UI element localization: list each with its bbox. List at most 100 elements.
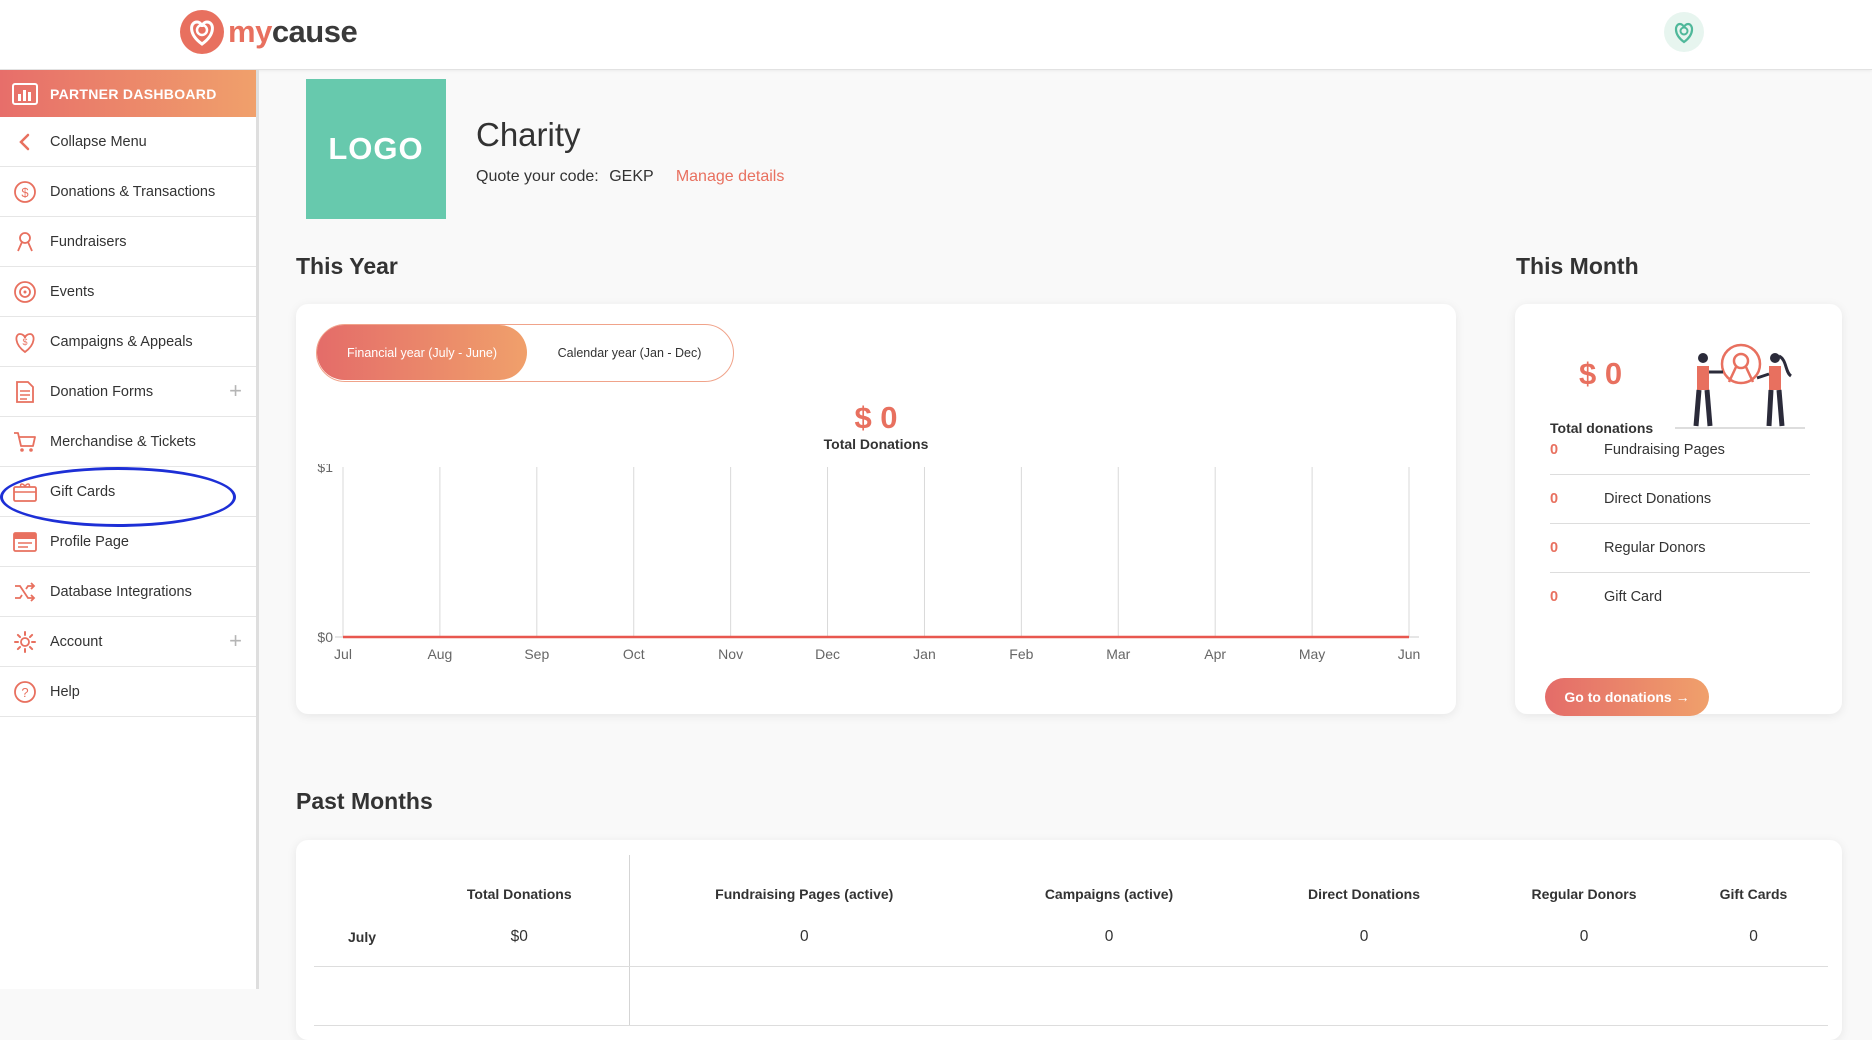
table-header-row: Total Donations Fundraising Pages (activ… <box>314 855 1828 908</box>
svg-text:$: $ <box>22 337 27 347</box>
sidebar-item-donations-transactions[interactable]: $ Donations & Transactions <box>0 167 256 217</box>
sidebar-item-label: Help <box>50 684 80 700</box>
shuffle-icon <box>0 581 50 603</box>
year-total-label: Total Donations <box>296 436 1456 452</box>
manage-details-link[interactable]: Manage details <box>676 168 785 185</box>
sidebar-item-label: Campaigns & Appeals <box>50 334 193 350</box>
sidebar-item-fundraisers[interactable]: Fundraisers <box>0 217 256 267</box>
column-header <box>314 855 410 908</box>
column-header: Regular Donors <box>1489 855 1679 908</box>
target-icon <box>0 280 50 304</box>
month-row-label: Regular Donors <box>1604 540 1706 556</box>
gift-card-icon <box>0 481 50 503</box>
charity-logo: LOGO <box>306 79 446 219</box>
x-tick-label: Apr <box>1204 646 1226 662</box>
past-months-title: Past Months <box>296 788 433 815</box>
sidebar-item-label: Database Integrations <box>50 584 192 600</box>
bar-chart-icon <box>0 83 50 105</box>
x-tick-label: Sep <box>524 646 549 662</box>
x-tick-label: Dec <box>815 646 840 662</box>
x-tick-label: Nov <box>718 646 743 662</box>
sidebar-item-profile-page[interactable]: Profile Page <box>0 517 256 567</box>
sidebar-item-gift-cards[interactable]: Gift Cards <box>0 467 256 517</box>
quote-label: Quote your code: <box>476 168 599 185</box>
sidebar-item-help[interactable]: ? Help <box>0 667 256 717</box>
past-months-table: Total Donations Fundraising Pages (activ… <box>314 855 1828 1026</box>
partner-dashboard-label: PARTNER DASHBOARD <box>50 86 217 102</box>
expand-plus-icon[interactable]: + <box>229 630 242 652</box>
sidebar-item-merchandise-tickets[interactable]: Merchandise & Tickets <box>0 417 256 467</box>
this-month-card: $ 0 Total donations 0 Fundraising Pages … <box>1515 304 1842 714</box>
month-row-regular-donors: 0 Regular Donors <box>1550 524 1810 573</box>
year-type-toggle: Financial year (July - June) Calendar ye… <box>316 324 734 382</box>
sidebar-item-account[interactable]: Account + <box>0 617 256 667</box>
sidebar-item-label: Donation Forms <box>50 384 153 400</box>
table-row <box>314 967 1828 1026</box>
month-row-value: 0 <box>1550 491 1604 507</box>
charity-code: GEKP <box>609 168 653 185</box>
x-tick-label: Jan <box>913 646 936 662</box>
sidebar-item-label: Events <box>50 284 94 300</box>
user-avatar-icon[interactable] <box>1664 12 1704 52</box>
financial-year-tab[interactable]: Financial year (July - June) <box>317 325 527 380</box>
brand-logo[interactable]: mycause <box>178 8 357 56</box>
y-tick-label: $1 <box>317 464 333 475</box>
x-tick-label: Mar <box>1106 646 1130 662</box>
table-cell-month: July <box>314 908 410 967</box>
column-header: Campaigns (active) <box>979 855 1239 908</box>
table-cell: 0 <box>629 908 979 967</box>
calendar-year-tab[interactable]: Calendar year (Jan - Dec) <box>527 325 732 380</box>
column-header: Gift Cards <box>1679 855 1828 908</box>
month-row-fundraising-pages: 0 Fundraising Pages <box>1550 426 1810 475</box>
form-icon <box>0 380 50 404</box>
month-row-label: Gift Card <box>1604 589 1662 605</box>
ribbon-icon <box>0 230 50 254</box>
month-row-value: 0 <box>1550 442 1604 458</box>
brand-wordmark: mycause <box>228 14 357 50</box>
sidebar-item-donation-forms[interactable]: Donation Forms + <box>0 367 256 417</box>
svg-text:$: $ <box>21 185 29 200</box>
x-tick-label: Jul <box>334 646 352 662</box>
column-header: Fundraising Pages (active) <box>629 855 979 908</box>
top-bar: mycause <box>0 0 1872 70</box>
year-total-amount: $ 0 <box>296 400 1456 436</box>
sidebar-item-collapse-menu[interactable]: Collapse Menu <box>0 117 256 167</box>
sidebar-item-label: Donations & Transactions <box>50 184 215 200</box>
y-tick-label: $0 <box>317 629 333 645</box>
partner-dashboard-header[interactable]: PARTNER DASHBOARD <box>0 70 256 117</box>
donations-line-chart: JulAugSepOctNovDecJanFebMarAprMayJun$0$1 <box>296 464 1456 704</box>
month-row-direct-donations: 0 Direct Donations <box>1550 475 1810 524</box>
table-cell: 0 <box>1239 908 1489 967</box>
this-month-title: This Month <box>1516 253 1639 280</box>
sidebar: PARTNER DASHBOARD Collapse Menu $ Donati… <box>0 70 259 989</box>
sidebar-item-campaigns-appeals[interactable]: $ Campaigns & Appeals <box>0 317 256 367</box>
sidebar-item-database-integrations[interactable]: Database Integrations <box>0 567 256 617</box>
sidebar-item-events[interactable]: Events <box>0 267 256 317</box>
table-cell: $0 <box>410 908 629 967</box>
past-months-card: Total Donations Fundraising Pages (activ… <box>296 840 1842 1040</box>
month-total-amount: $ 0 <box>1579 356 1622 392</box>
table-cell: 0 <box>979 908 1239 967</box>
x-tick-label: Aug <box>427 646 452 662</box>
table-cell: 0 <box>1489 908 1679 967</box>
table-cell: 0 <box>1679 908 1828 967</box>
sidebar-item-label: Merchandise & Tickets <box>50 434 196 450</box>
x-tick-label: May <box>1299 646 1325 662</box>
month-row-gift-card: 0 Gift Card <box>1550 573 1810 621</box>
expand-plus-icon[interactable]: + <box>229 380 242 402</box>
sidebar-item-label: Fundraisers <box>50 234 127 250</box>
this-year-title: This Year <box>296 253 398 280</box>
x-tick-label: Feb <box>1009 646 1033 662</box>
people-holding-ribbon-illustration <box>1675 342 1805 432</box>
column-header: Direct Donations <box>1239 855 1489 908</box>
avatar-heart-icon <box>1669 17 1699 47</box>
sidebar-item-label: Account <box>50 634 102 650</box>
gear-icon <box>0 630 50 654</box>
go-to-donations-button[interactable]: Go to donations → <box>1545 678 1709 716</box>
question-icon: ? <box>0 680 50 704</box>
month-row-value: 0 <box>1550 589 1604 605</box>
sidebar-item-label: Gift Cards <box>50 484 115 500</box>
mycause-heart-logo-icon <box>178 8 226 56</box>
sidebar-item-label: Collapse Menu <box>50 134 147 150</box>
profile-page-icon <box>0 531 50 553</box>
